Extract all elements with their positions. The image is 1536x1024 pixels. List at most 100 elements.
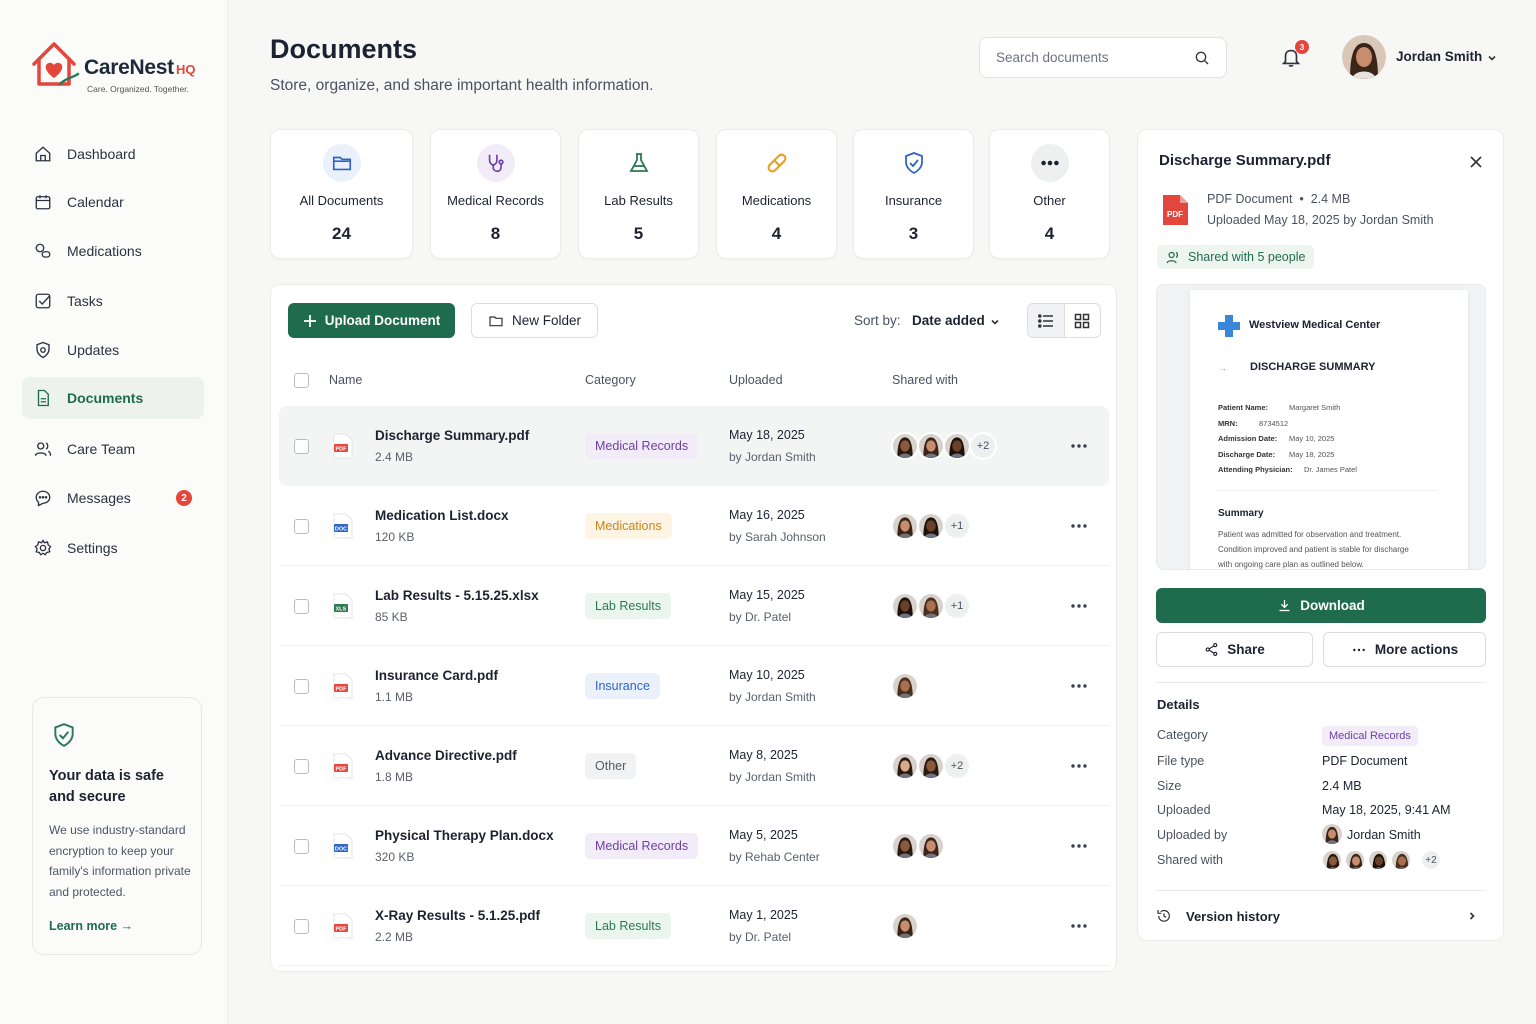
column-header-shared[interactable]: Shared with bbox=[892, 373, 958, 387]
select-all-checkbox[interactable] bbox=[294, 373, 309, 388]
version-history-link[interactable]: Version history bbox=[1156, 904, 1486, 928]
table-row[interactable]: PDF Insurance Card.pdf 1.1 MB Insurance … bbox=[279, 646, 1109, 726]
uploaded-by: by Sarah Johnson bbox=[729, 530, 826, 544]
table-row[interactable]: PDF Discharge Summary.pdf 2.4 MB Medical… bbox=[279, 406, 1109, 486]
row-checkbox[interactable] bbox=[294, 439, 309, 454]
preview-field-value: Margaret Smith bbox=[1289, 403, 1341, 412]
sidebar-item-label: Messages bbox=[67, 490, 131, 506]
category-card-all-documents[interactable]: All Documents 24 bbox=[270, 129, 413, 259]
sidebar-item-messages[interactable]: Messages 2 bbox=[22, 477, 204, 519]
shared-avatars[interactable] bbox=[891, 672, 919, 700]
avatar bbox=[943, 432, 971, 460]
table-row[interactable]: PDF X-Ray Results - 5.1.25.pdf 2.2 MB La… bbox=[279, 886, 1109, 966]
details-heading: Details bbox=[1157, 697, 1200, 712]
row-actions-icon[interactable] bbox=[1069, 517, 1089, 535]
plus-icon bbox=[303, 314, 316, 327]
sidebar-item-medications[interactable]: Medications bbox=[22, 230, 204, 272]
sidebar-item-dashboard[interactable]: Dashboard bbox=[22, 133, 204, 175]
category-card-medical-records[interactable]: Medical Records 8 bbox=[430, 129, 561, 259]
upload-date: May 16, 2025 bbox=[729, 508, 805, 522]
pdf-file-icon: PDF bbox=[333, 913, 353, 939]
notification-badge: 3 bbox=[1295, 40, 1309, 54]
table-row[interactable]: XLS Lab Results - 5.15.25.xlsx 85 KB Lab… bbox=[279, 566, 1109, 646]
new-folder-button[interactable]: New Folder bbox=[471, 303, 598, 338]
category-tag: Medications bbox=[585, 513, 672, 539]
category-card-medications[interactable]: Medications 4 bbox=[716, 129, 837, 259]
sidebar-item-label: Dashboard bbox=[67, 146, 136, 162]
grid-view-button[interactable] bbox=[1065, 304, 1101, 337]
more-shared-count[interactable]: +1 bbox=[943, 592, 971, 620]
search-icon bbox=[1195, 51, 1209, 64]
column-header-uploaded[interactable]: Uploaded bbox=[729, 373, 783, 387]
user-name[interactable]: Jordan Smith bbox=[1396, 49, 1482, 64]
more-shared-count[interactable]: +2 bbox=[969, 432, 997, 460]
row-checkbox[interactable] bbox=[294, 519, 309, 534]
row-checkbox[interactable] bbox=[294, 679, 309, 694]
users-icon bbox=[1166, 251, 1179, 263]
more-shared-count[interactable]: +2 bbox=[943, 752, 971, 780]
page-title: Documents bbox=[270, 34, 418, 64]
sidebar-item-updates[interactable]: Updates bbox=[22, 329, 204, 371]
uploaded-by: by Dr. Patel bbox=[729, 930, 792, 944]
shared-avatars[interactable]: +2 bbox=[891, 752, 971, 780]
category-card-other[interactable]: Other 4 bbox=[989, 129, 1110, 259]
row-actions-icon[interactable] bbox=[1069, 677, 1089, 695]
shared-avatars[interactable] bbox=[891, 832, 945, 860]
table-row[interactable]: DOC Physical Therapy Plan.docx 320 KB Me… bbox=[279, 806, 1109, 886]
download-button[interactable]: Download bbox=[1156, 588, 1486, 623]
search-input[interactable]: Search documents bbox=[979, 37, 1227, 78]
more-actions-button[interactable]: More actions bbox=[1323, 632, 1486, 667]
row-checkbox[interactable] bbox=[294, 599, 309, 614]
shared-avatars[interactable]: +1 bbox=[891, 592, 971, 620]
row-actions-icon[interactable] bbox=[1069, 917, 1089, 935]
list-view-button[interactable] bbox=[1028, 304, 1065, 337]
shared-avatars[interactable]: +1 bbox=[891, 512, 971, 540]
user-avatar[interactable] bbox=[1342, 35, 1386, 79]
row-actions-icon[interactable] bbox=[1069, 597, 1089, 615]
upload-document-button[interactable]: Upload Document bbox=[288, 303, 455, 338]
shared-avatars[interactable]: +2 bbox=[1322, 849, 1442, 871]
column-header-name[interactable]: Name bbox=[329, 373, 362, 387]
sidebar-item-care-team[interactable]: Care Team bbox=[22, 428, 204, 470]
row-actions-icon[interactable] bbox=[1069, 837, 1089, 855]
detail-key: Shared with bbox=[1157, 853, 1224, 867]
row-actions-icon[interactable] bbox=[1069, 757, 1089, 775]
sidebar-item-documents[interactable]: Documents bbox=[22, 377, 204, 419]
category-card-insurance[interactable]: Insurance 3 bbox=[853, 129, 974, 259]
shared-avatars[interactable] bbox=[891, 912, 919, 940]
row-checkbox[interactable] bbox=[294, 919, 309, 934]
learn-more-link[interactable]: Learn more → bbox=[49, 919, 133, 933]
sidebar-item-tasks[interactable]: Tasks bbox=[22, 280, 204, 322]
chevron-down-icon[interactable] bbox=[1486, 52, 1498, 64]
more-shared-count[interactable]: +1 bbox=[943, 512, 971, 540]
shared-with-badge[interactable]: Shared with 5 people bbox=[1157, 245, 1315, 269]
avatar bbox=[917, 752, 945, 780]
sidebar-item-settings[interactable]: Settings bbox=[22, 527, 204, 569]
column-header-category[interactable]: Category bbox=[585, 373, 636, 387]
detail-value: PDF Document bbox=[1322, 754, 1408, 768]
file-name[interactable]: Advance Directive.pdf bbox=[375, 748, 517, 763]
share-button[interactable]: Share bbox=[1156, 632, 1313, 667]
shared-avatars[interactable]: +2 bbox=[891, 432, 997, 460]
document-preview[interactable]: Westview Medical Center → DISCHARGE SUMM… bbox=[1156, 284, 1486, 570]
avatar bbox=[891, 512, 919, 540]
table-row[interactable]: PDF Advance Directive.pdf 1.8 MB Other M… bbox=[279, 726, 1109, 806]
category-label: Other bbox=[1033, 193, 1066, 208]
sidebar-item-calendar[interactable]: Calendar bbox=[22, 181, 204, 223]
row-checkbox[interactable] bbox=[294, 759, 309, 774]
calendar-icon bbox=[35, 195, 51, 210]
sort-select[interactable]: Date added bbox=[912, 313, 985, 328]
file-name[interactable]: Insurance Card.pdf bbox=[375, 668, 498, 683]
row-checkbox[interactable] bbox=[294, 839, 309, 854]
table-row[interactable]: DOC Medication List.docx 120 KB Medicati… bbox=[279, 486, 1109, 566]
chevron-down-icon[interactable] bbox=[989, 316, 1001, 328]
close-icon[interactable] bbox=[1468, 154, 1484, 170]
category-card-lab-results[interactable]: Lab Results 5 bbox=[578, 129, 699, 259]
file-name[interactable]: X-Ray Results - 5.1.25.pdf bbox=[375, 908, 540, 923]
file-name[interactable]: Lab Results - 5.15.25.xlsx bbox=[375, 588, 539, 603]
row-actions-icon[interactable] bbox=[1069, 437, 1089, 455]
file-name[interactable]: Medication List.docx bbox=[375, 508, 509, 523]
file-name[interactable]: Discharge Summary.pdf bbox=[375, 428, 529, 443]
upload-date: May 15, 2025 bbox=[729, 588, 805, 602]
file-name[interactable]: Physical Therapy Plan.docx bbox=[375, 828, 554, 843]
